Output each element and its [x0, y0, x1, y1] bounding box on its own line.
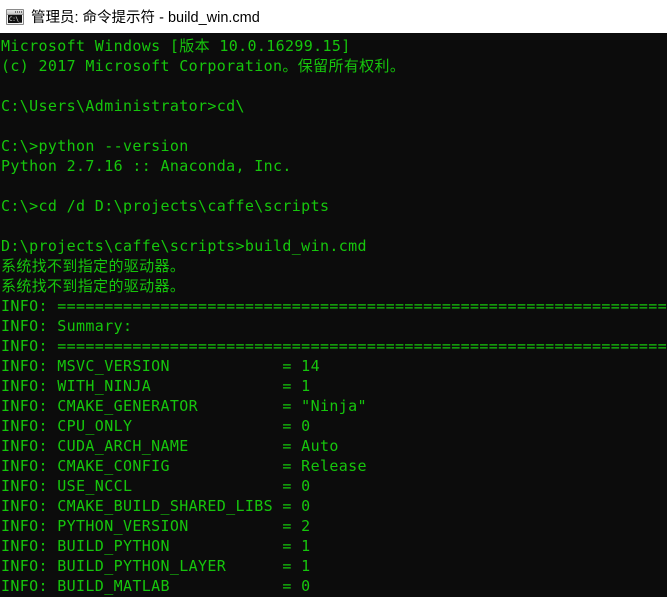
window-title: 管理员: 命令提示符 - build_win.cmd: [31, 10, 260, 26]
console-line-separator: INFO: ==================================…: [1, 337, 667, 355]
console-line-info: INFO: MSVC_VERSION = 14: [1, 357, 320, 375]
console-line-prompt: D:\projects\caffe\scripts>build_win.cmd: [1, 237, 367, 255]
console-line-error: 系统找不到指定的驱动器。: [1, 257, 186, 275]
console-line-info: INFO: CPU_ONLY = 0: [1, 417, 311, 435]
console-line-error: 系统找不到指定的驱动器。: [1, 277, 186, 295]
console-line-info: INFO: BUILD_PYTHON_LAYER = 1: [1, 557, 311, 575]
console-line: Python 2.7.16 :: Anaconda, Inc.: [1, 157, 292, 175]
console-line-separator: INFO: ==================================…: [1, 297, 667, 315]
console-line-info: INFO: CMAKE_CONFIG = Release: [1, 457, 367, 475]
cmd-window: C:\_ 管理员: 命令提示符 - build_win.cmd Microsof…: [0, 0, 667, 597]
console-line-info: INFO: BUILD_MATLAB = 0: [1, 577, 311, 595]
console-line: Microsoft Windows [版本 10.0.16299.15]: [1, 37, 351, 55]
console-line-prompt: C:\>cd /d D:\projects\caffe\scripts: [1, 197, 330, 215]
console-line-prompt: C:\>python --version: [1, 137, 189, 155]
console-line-prompt: C:\Users\Administrator>cd\: [1, 97, 245, 115]
console-line-info: INFO: PYTHON_VERSION = 2: [1, 517, 311, 535]
cmd-icon-screen-text: C:\_: [8, 14, 22, 23]
console-line: (c) 2017 Microsoft Corporation。保留所有权利。: [1, 57, 406, 75]
console-line-info: INFO: CMAKE_GENERATOR = "Ninja": [1, 397, 367, 415]
console-line-info: INFO: CUDA_ARCH_NAME = Auto: [1, 437, 339, 455]
console-line-info: INFO: WITH_NINJA = 1: [1, 377, 311, 395]
console-line-summary-header: INFO: Summary:: [1, 317, 133, 335]
console-line-info: INFO: CMAKE_BUILD_SHARED_LIBS = 0: [1, 497, 311, 515]
title-bar[interactable]: C:\_ 管理员: 命令提示符 - build_win.cmd: [0, 0, 667, 33]
cmd-console-icon: C:\_: [6, 8, 24, 25]
console-line-info: INFO: USE_NCCL = 0: [1, 477, 311, 495]
console-output-area[interactable]: Microsoft Windows [版本 10.0.16299.15] (c)…: [0, 33, 667, 597]
console-line-info: INFO: BUILD_PYTHON = 1: [1, 537, 311, 555]
